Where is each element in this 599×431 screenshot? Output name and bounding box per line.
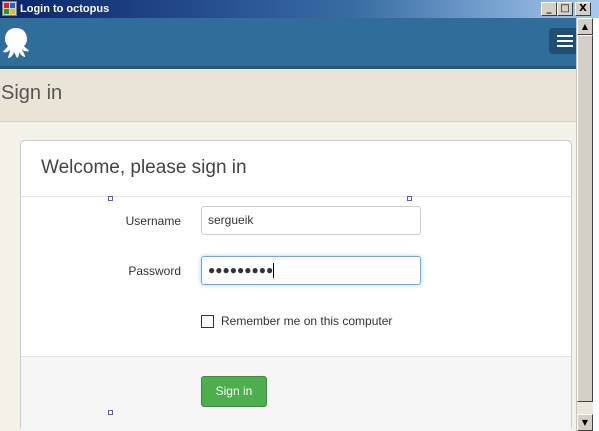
window-title: Login to octopus <box>20 3 110 15</box>
signin-panel: Welcome, please sign in Username serguei… <box>20 140 572 431</box>
web-viewport: Sign in Welcome, please sign in Username… <box>0 18 576 431</box>
page-title-bar: Sign in <box>0 69 576 122</box>
maximize-button[interactable]: □ <box>557 2 573 16</box>
vertical-scrollbar[interactable]: ▲ ▼ <box>576 18 593 431</box>
selection-handle[interactable] <box>108 196 113 201</box>
panel-footer: Sign in <box>21 356 571 431</box>
selection-handle[interactable] <box>407 196 412 201</box>
password-label: Password <box>128 264 181 278</box>
minimize-button[interactable]: _ <box>541 2 557 16</box>
text-cursor <box>273 263 275 279</box>
app-icon <box>2 1 17 16</box>
close-button[interactable]: X <box>575 2 591 16</box>
password-value: ●●●●●●●●● <box>208 263 274 277</box>
panel-heading: Welcome, please sign in <box>21 141 571 197</box>
signin-button[interactable]: Sign in <box>201 376 267 407</box>
scroll-thumb[interactable] <box>577 35 593 402</box>
page-title: Sign in <box>1 82 63 104</box>
remember-me-checkbox[interactable] <box>201 315 214 328</box>
app-header <box>0 18 576 69</box>
username-field[interactable]: sergueik <box>201 206 421 235</box>
remember-me-label[interactable]: Remember me on this computer <box>221 314 392 328</box>
welcome-heading: Welcome, please sign in <box>41 157 247 178</box>
window-edge <box>593 18 599 431</box>
hamburger-menu-icon[interactable] <box>549 28 576 54</box>
scroll-down-button[interactable]: ▼ <box>577 414 593 431</box>
username-label: Username <box>125 214 181 228</box>
selection-handle[interactable] <box>108 410 113 415</box>
password-field[interactable]: ●●●●●●●●● <box>201 256 421 285</box>
window-title-bar[interactable]: Login to octopus _ □ X <box>0 0 599 18</box>
scroll-up-button[interactable]: ▲ <box>577 18 593 35</box>
octopus-icon[interactable] <box>2 27 30 59</box>
